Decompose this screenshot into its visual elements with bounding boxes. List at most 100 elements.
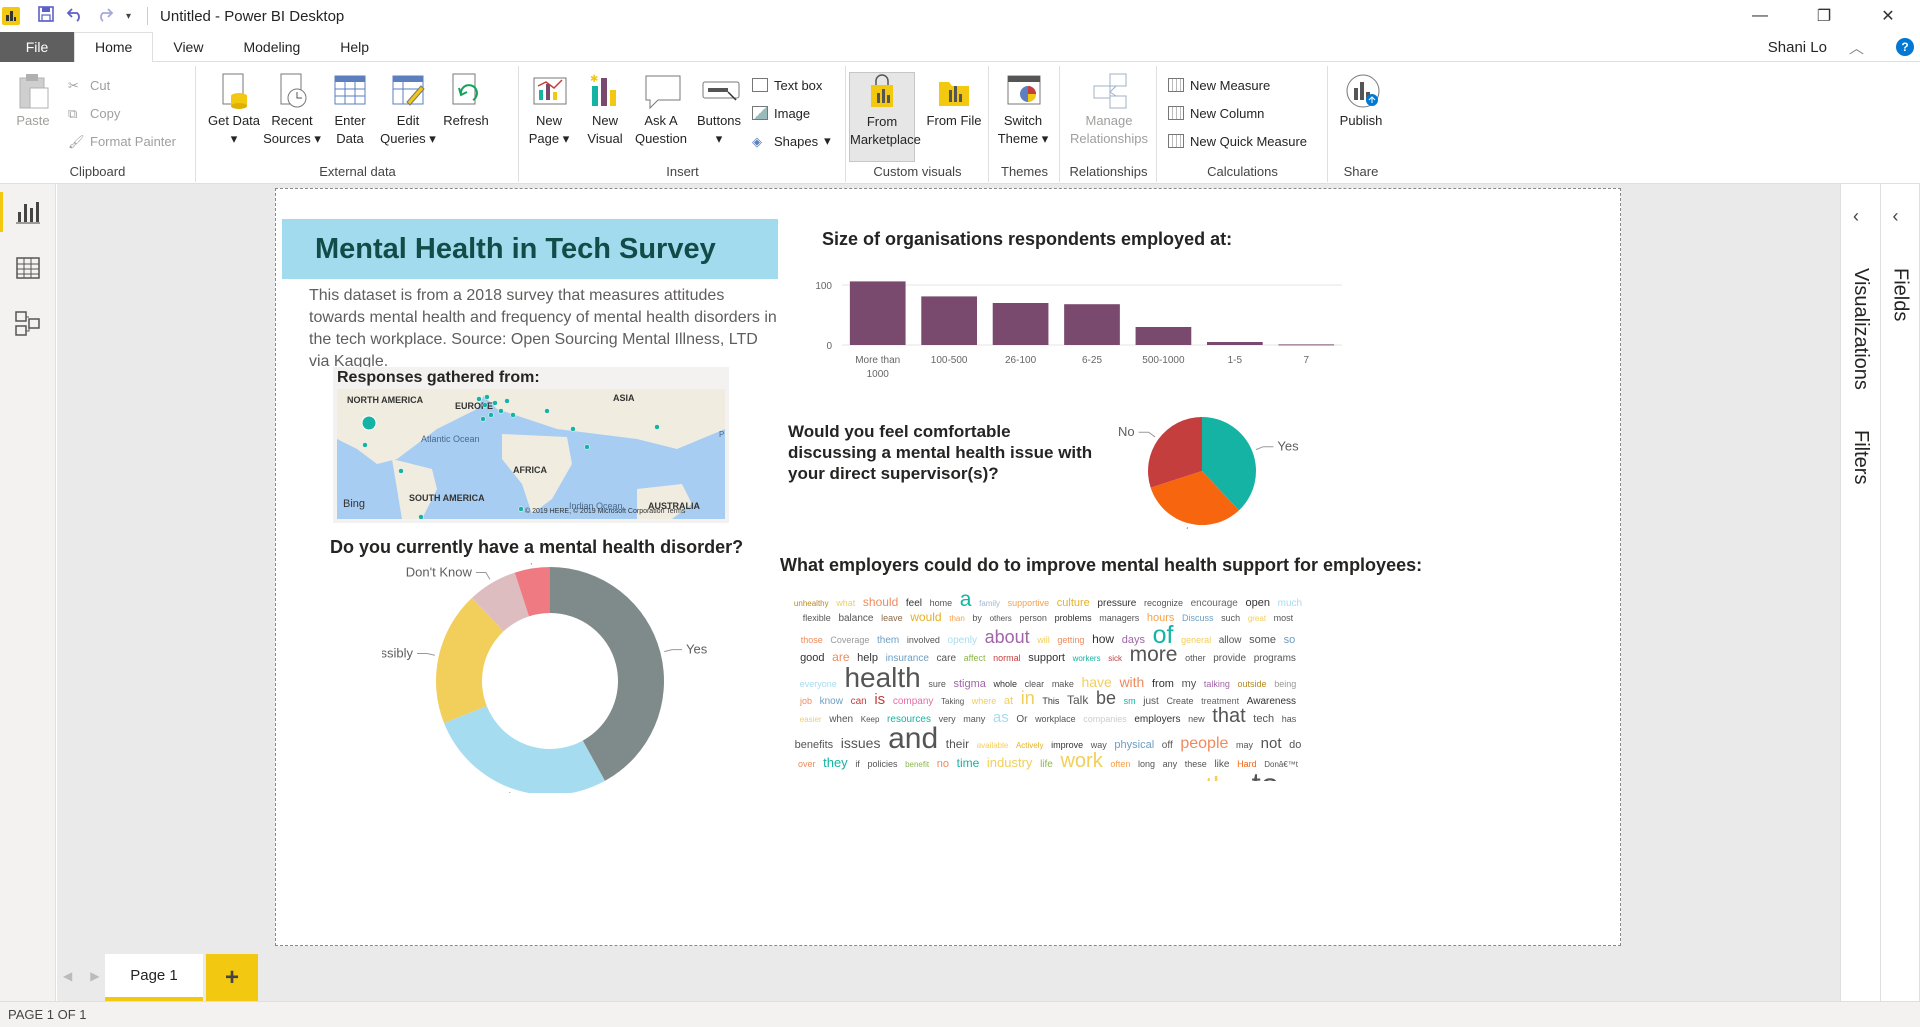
add-page-button[interactable]: + [206,954,258,1001]
wordcloud-word[interactable]: from [1152,678,1174,690]
wordcloud-word[interactable]: can [851,696,867,707]
wordcloud-word[interactable]: home [930,598,953,608]
tab-help[interactable]: Help [320,32,389,62]
wordcloud-word[interactable]: people [1180,735,1228,752]
wordcloud-word[interactable]: be [1096,688,1116,708]
wordcloud-word[interactable]: benefits [795,739,834,751]
wordcloud-word[interactable]: some [1249,634,1276,646]
wordcloud-word[interactable]: pressure [1097,598,1136,609]
wordcloud-word[interactable]: good [800,652,824,664]
wordcloud-word[interactable]: no [937,758,949,770]
wordcloud-word[interactable]: any [1163,759,1178,769]
wordcloud-word[interactable]: company [893,696,934,707]
wordcloud-word[interactable]: flexible [803,613,831,623]
wordcloud-word[interactable]: managers [1099,613,1139,623]
switch-theme-button[interactable]: Switch Theme ▾ [994,72,1052,148]
wordcloud-word[interactable]: more [1130,643,1178,666]
wordcloud-word[interactable]: by [972,613,982,623]
get-data-button[interactable]: Get Data ▾ [205,72,263,148]
redo-icon[interactable] [96,6,114,27]
wordcloud-word[interactable]: stigma [954,678,986,690]
wordcloud-word[interactable]: support [1028,652,1065,664]
title-band[interactable]: Mental Health in Tech Survey [282,219,778,279]
format-painter-button[interactable]: 🖌 Format Painter [68,130,176,152]
collapse-ribbon-icon[interactable]: ︿ [1849,37,1864,58]
publish-button[interactable]: Publish [1332,72,1390,130]
wordcloud-word[interactable]: job [800,696,812,706]
wordcloud-word[interactable]: Actively [1016,741,1044,750]
bar-chart[interactable]: 0 100 More than 1000 100-500 26-100 6-25 500-10… [802,269,1352,389]
ask-question-button[interactable]: Ask A Question [632,72,690,148]
undo-icon[interactable] [66,6,84,27]
bar[interactable] [1135,327,1192,345]
buttons-button[interactable]: Buttons ▾ [690,72,748,148]
wordcloud-word[interactable]: a [960,591,972,611]
wordcloud-word[interactable]: Or [1016,714,1027,725]
wordcloud-word[interactable]: long [1138,759,1155,769]
copy-button[interactable]: ⧉ Copy [68,102,120,124]
wordcloud-word[interactable]: work [1060,750,1102,772]
shapes-button[interactable]: ◈ Shapes ▾ [752,130,831,152]
wordcloud-word[interactable]: general [1181,635,1211,645]
wordcloud-word[interactable]: others [990,614,1012,623]
restore-icon[interactable]: ❐ [1792,0,1856,32]
wordcloud-word[interactable]: not [1261,735,1282,752]
refresh-button[interactable]: Refresh [437,72,495,130]
wordcloud-word[interactable]: workers [1073,654,1101,663]
wordcloud-word[interactable]: allow [1219,635,1242,646]
wordcloud-word[interactable]: industry [987,755,1033,770]
wordcloud-word[interactable]: Create [1166,696,1193,706]
wordcloud-word[interactable]: unhealthy [794,599,829,608]
new-page-button[interactable]: New Page ▾ [520,72,578,148]
from-marketplace-button[interactable]: From Marketplace [849,72,921,162]
wordcloud-word[interactable]: Talk [1067,693,1088,707]
wordcloud-word[interactable]: will [1037,635,1050,645]
new-measure-button[interactable]: New Measure [1168,74,1270,96]
wordcloud-word[interactable]: such [1221,613,1240,623]
wordcloud-word[interactable]: This [1042,696,1059,706]
wordcloud-word[interactable]: when [829,714,853,725]
wordcloud-word[interactable]: as [993,709,1009,726]
wordcloud-word[interactable]: Coverage [830,635,869,645]
wordcloud-word[interactable]: provide [1213,653,1246,664]
wordcloud-word[interactable]: many [963,714,985,724]
paste-button[interactable]: Paste [4,72,62,130]
visualizations-pane-label[interactable]: Visualizations [1849,268,1872,390]
wordcloud-word[interactable]: easier [800,715,822,724]
wordcloud-word[interactable]: person [1019,613,1047,623]
tab-modeling[interactable]: Modeling [223,32,320,62]
wordcloud-word[interactable]: should [863,595,898,609]
wordcloud-word[interactable]: involved [907,635,940,645]
user-name[interactable]: Shani Lo [1768,39,1827,56]
wordcloud-word[interactable]: being [1274,679,1296,689]
bar[interactable] [1278,344,1335,346]
world-map[interactable]: NORTH AMERICA EUROPE ASIA Atlantic Ocean… [337,389,725,519]
text-box-button[interactable]: Text box [752,74,822,96]
wordcloud-word[interactable]: to [1252,766,1280,781]
new-visual-button[interactable]: ✱ New Visual [576,72,634,148]
chevron-left-icon[interactable]: ‹ [1893,206,1899,227]
wordcloud-word[interactable]: employers [1134,714,1180,725]
bar[interactable] [921,296,977,345]
recent-sources-button[interactable]: Recent Sources ▾ [263,72,321,148]
wordcloud-word[interactable]: may [1236,740,1253,750]
wordcloud-word[interactable]: Awareness [1247,696,1296,707]
wordcloud-word[interactable]: would [910,610,941,624]
wordcloud-word[interactable]: what [836,598,855,608]
wordcloud-word[interactable]: they [823,755,848,770]
close-icon[interactable]: ✕ [1856,0,1920,32]
wordcloud-word[interactable]: how [1092,632,1114,646]
wordcloud-word[interactable]: culture [1057,597,1090,609]
manage-relationships-button[interactable]: Manage Relationships [1067,72,1151,148]
wordcloud-word[interactable]: off [1162,740,1173,751]
fields-pane[interactable]: ‹ Fields [1881,184,1920,1001]
wordcloud-word[interactable]: my [1182,678,1197,690]
new-quick-measure-button[interactable]: New Quick Measure [1168,130,1307,152]
cut-button[interactable]: ✂ Cut [68,74,110,96]
wordcloud-word[interactable]: and [888,722,938,755]
bar[interactable] [849,281,906,345]
help-icon[interactable]: ? [1896,38,1914,56]
wordcloud-word[interactable]: available [977,741,1009,750]
wordcloud-word[interactable]: balance [838,613,873,624]
wordcloud-word[interactable]: is [874,691,885,708]
